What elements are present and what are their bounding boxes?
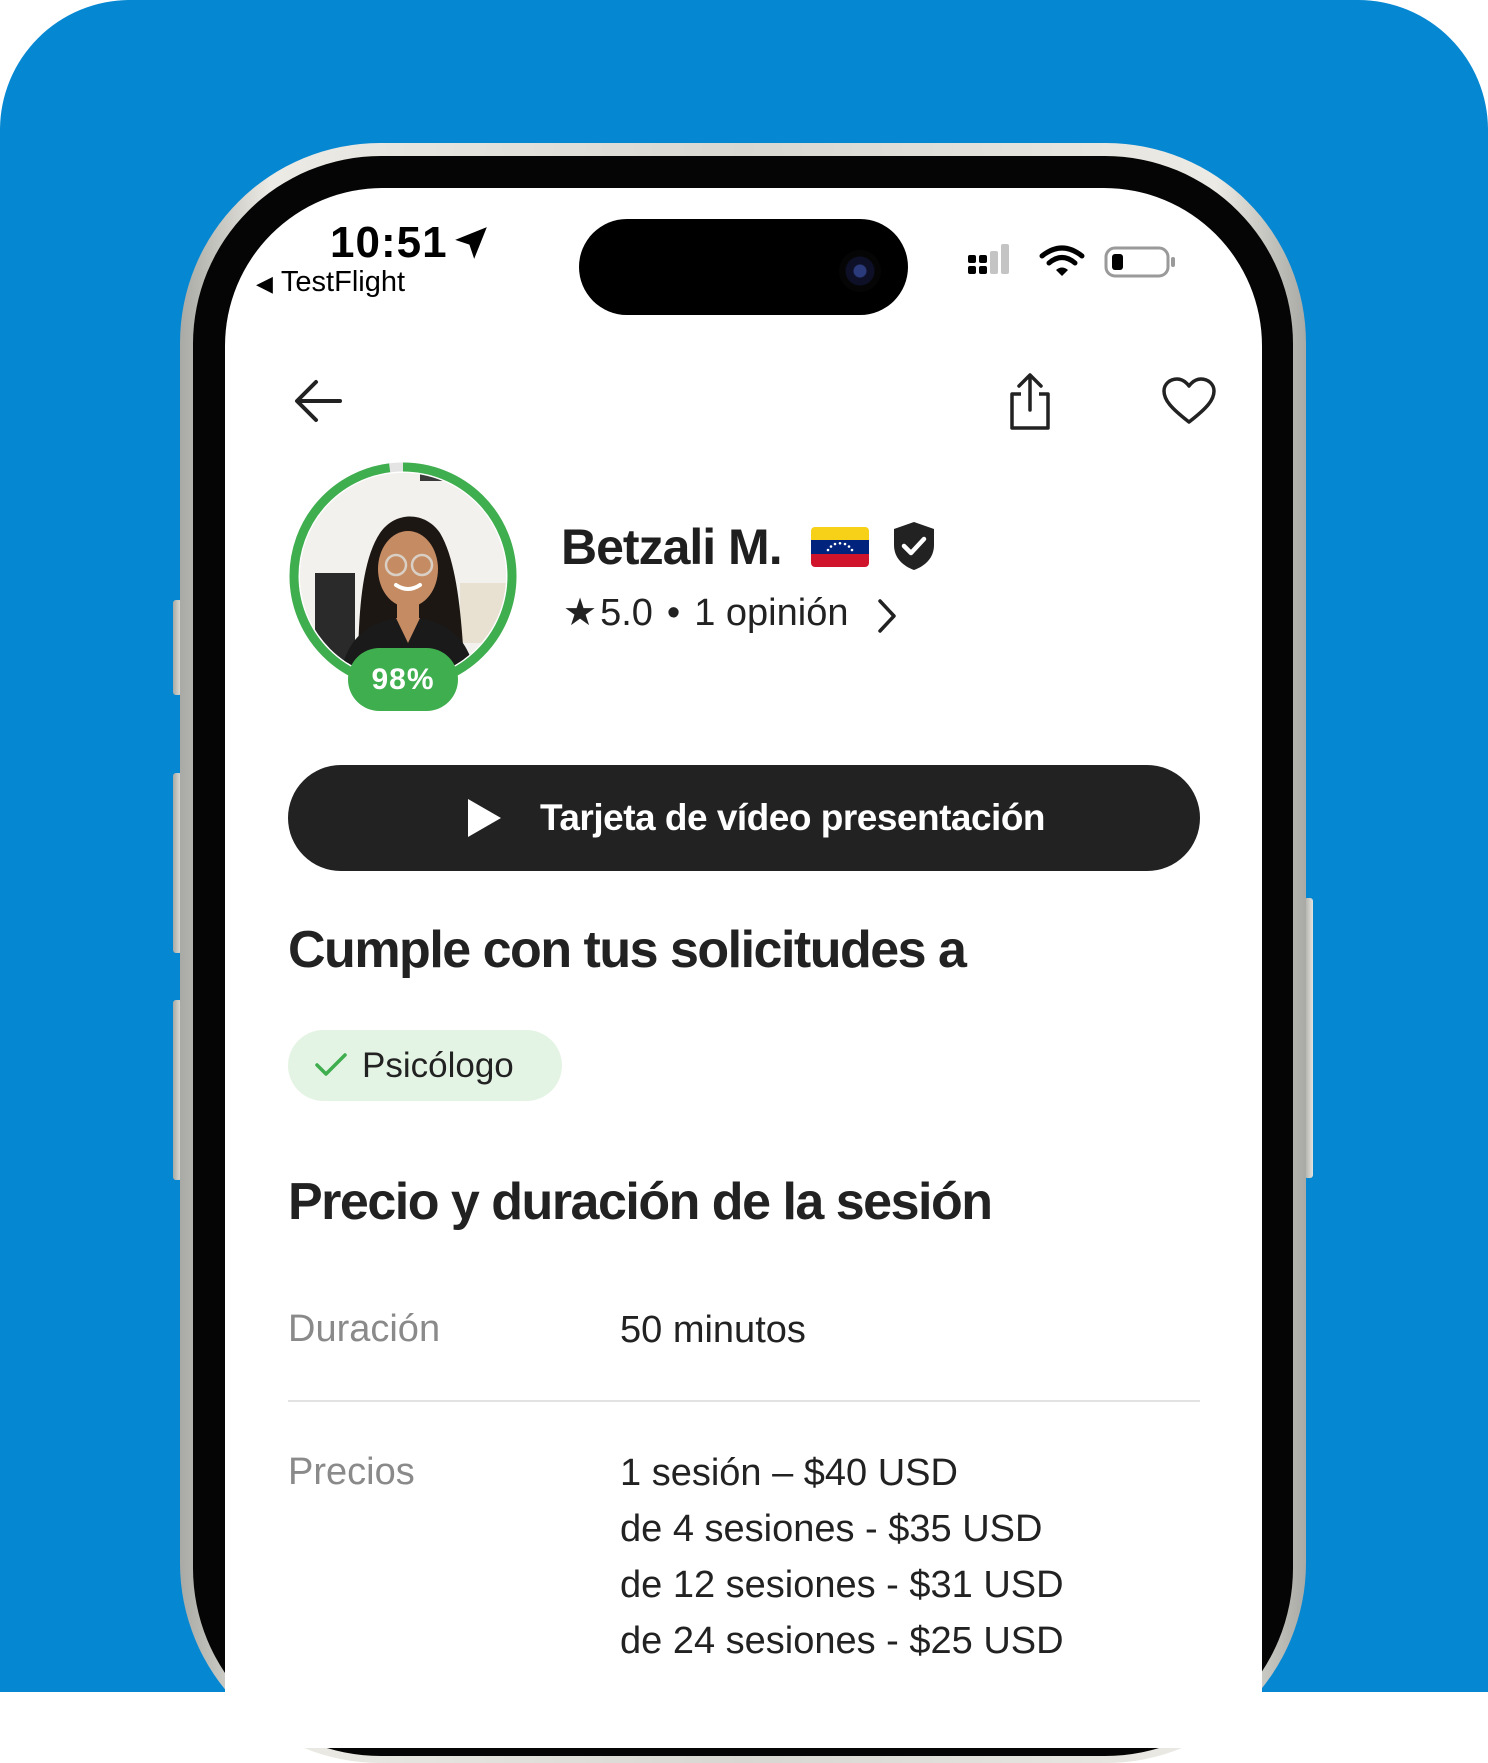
play-icon [468,799,501,837]
prices-label: Precios [288,1451,415,1493]
specialty-chip: Psicólogo [288,1030,562,1101]
back-arrow-icon[interactable] [292,376,344,426]
star-icon: ★ [563,592,598,634]
wifi-icon [1039,245,1085,276]
back-triangle-icon: ◀ [256,271,273,296]
rating-value: 5.0 [600,592,653,634]
chevron-right-icon[interactable] [876,598,898,634]
reviews-link[interactable]: 1 opinión [694,592,848,634]
status-time: 10:51 [330,218,448,267]
profile-name: Betzali M. [561,519,783,575]
flag-stripe-yellow [811,527,869,541]
video-button-label: Tarjeta de vídeo presentación [540,797,1046,838]
flag-stripe-blue [811,540,869,554]
flag-stripe-red [811,553,869,567]
divider [288,1400,1200,1402]
status-icons [968,244,1175,278]
rating-row[interactable]: ★5.0 • 1 opinión [563,590,848,635]
flag-stars [826,542,854,552]
price-line: de 24 sesiones - $25 USD [620,1620,1064,1662]
location-arrow-icon [455,227,487,259]
rating-separator: • [666,592,681,634]
heart-icon[interactable] [1161,376,1217,426]
match-percent-badge: 98% [348,648,458,711]
price-line: de 4 sesiones - $35 USD [620,1508,1043,1550]
share-icon[interactable] [1005,372,1055,432]
price-line: 1 sesión – $40 USD [620,1452,958,1494]
price-list: 1 sesión – $40 USD de 4 sesiones - $35 U… [620,1445,1064,1669]
duration-value: 50 minutos [620,1309,806,1351]
back-to-testflight[interactable]: ◀ TestFlight [256,266,405,299]
back-app-label: TestFlight [280,266,406,298]
verified-shield-icon [894,522,934,570]
duration-label: Duración [288,1308,441,1350]
check-icon [315,1053,347,1076]
video-presentation-button[interactable]: Tarjeta de vídeo presentación [288,765,1200,871]
front-camera [839,250,881,292]
price-line: de 12 sesiones - $31 USD [620,1564,1064,1606]
signal-icon [968,244,1009,274]
specialty-label: Psicólogo [362,1046,514,1085]
requests-heading: Cumple con tus solicitudes a [288,921,967,979]
pricing-heading: Precio y duración de la sesión [288,1173,993,1231]
battery-icon [1104,246,1175,278]
venezuela-flag-icon [811,527,869,567]
